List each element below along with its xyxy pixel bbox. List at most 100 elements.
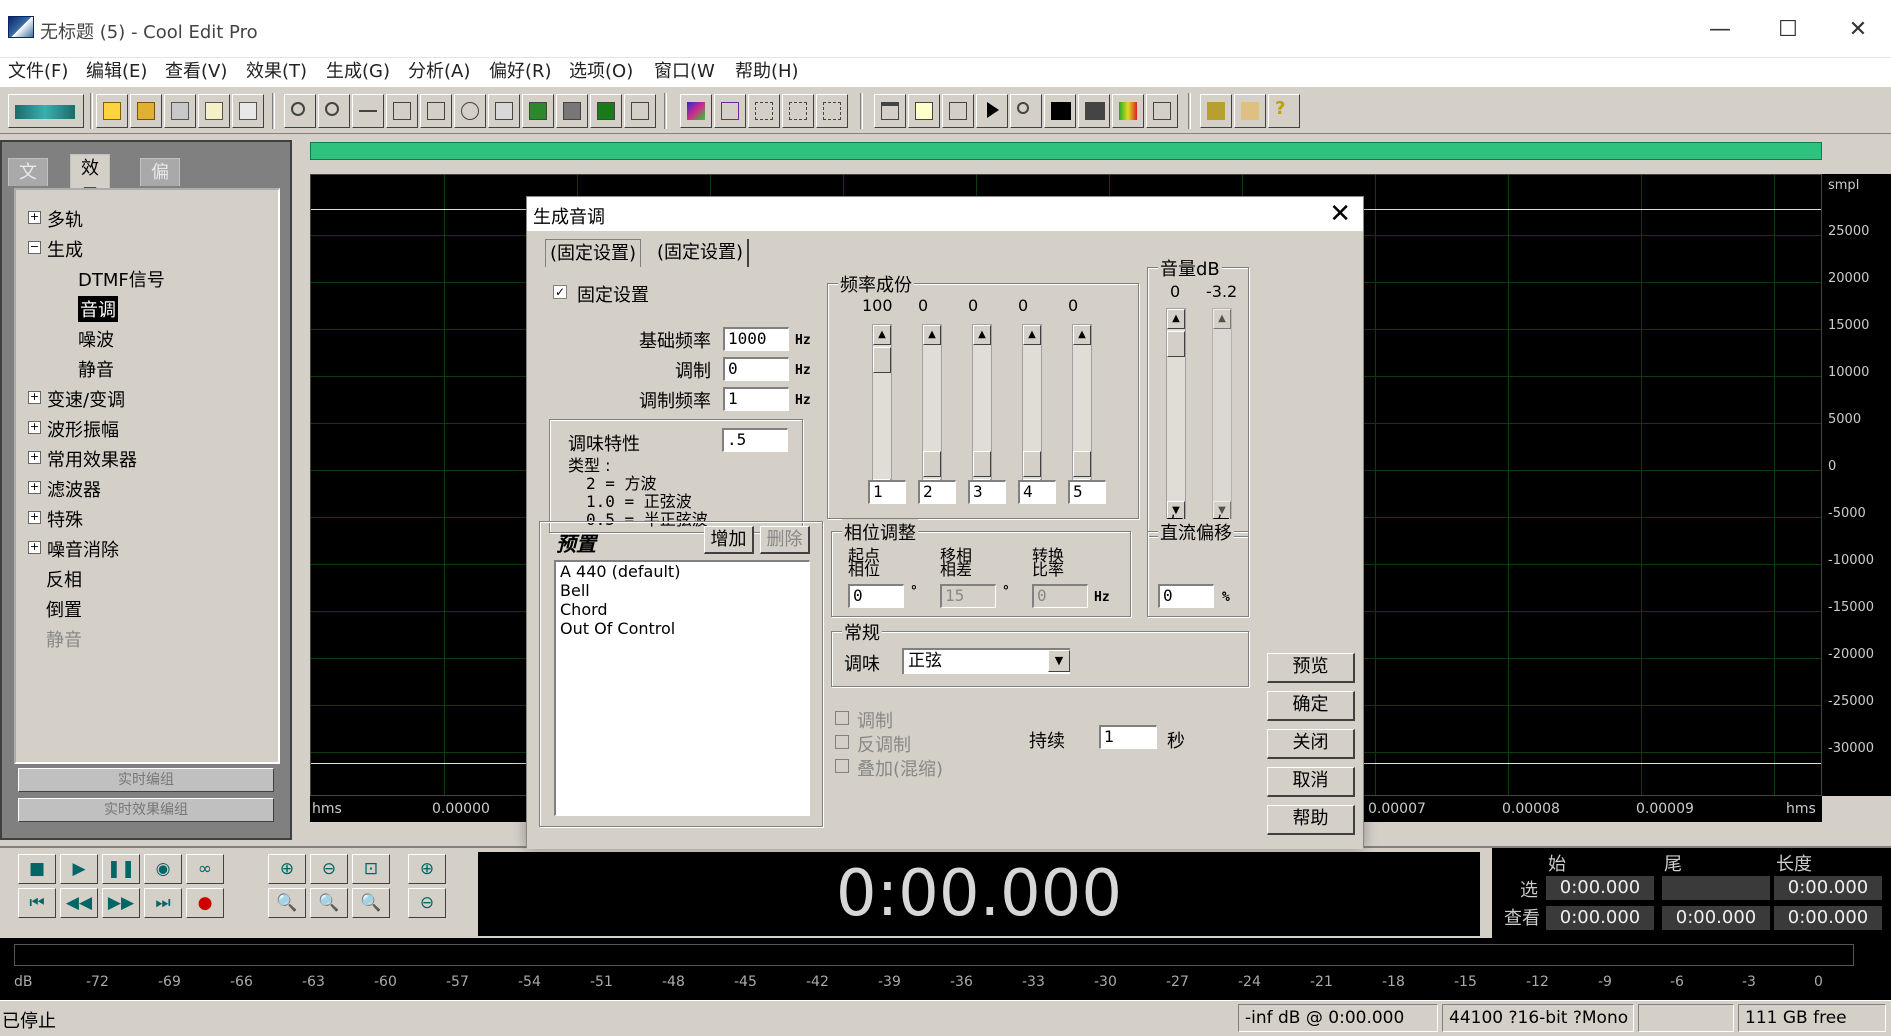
slider-thumb[interactable]: [873, 347, 891, 373]
play-to-end-button[interactable]: ◉: [144, 854, 182, 884]
freq-slider-5[interactable]: ▲▼: [1072, 324, 1092, 500]
scroll-up-icon[interactable]: ▲: [1023, 325, 1041, 345]
mix-paste-button[interactable]: [556, 94, 588, 128]
scroll-up-icon[interactable]: ▲: [923, 325, 941, 345]
change-rate-input[interactable]: 0: [1032, 584, 1088, 608]
preset-item[interactable]: Chord: [556, 600, 809, 619]
freq-slider-2[interactable]: ▲▼: [922, 324, 942, 500]
menu-effects[interactable]: 效果(T): [246, 58, 307, 86]
repeat-button[interactable]: [352, 94, 384, 128]
redo-button[interactable]: [318, 94, 350, 128]
spectral-view-button[interactable]: [680, 94, 712, 128]
cancel-button[interactable]: 取消: [1267, 767, 1355, 797]
freq-slider-4[interactable]: ▲▼: [1022, 324, 1042, 500]
zoom-full-button[interactable]: ⊡: [352, 854, 390, 884]
envelope-button[interactable]: [714, 94, 746, 128]
tree-multitrack[interactable]: + 多轨: [28, 206, 83, 231]
volume-right-slider[interactable]: ▲ ▼: [1212, 308, 1232, 522]
menu-file[interactable]: 文件(F): [8, 58, 68, 86]
selection-begin-field[interactable]: 0:00.000: [1546, 876, 1654, 900]
tree-special[interactable]: + 特殊: [28, 506, 83, 531]
realtime-effects-group-button[interactable]: 实时效果编组: [18, 798, 274, 822]
freq-slider-1[interactable]: ▲▼: [872, 324, 892, 500]
paste-button[interactable]: [488, 94, 520, 128]
scroll-up-icon[interactable]: ▲: [1073, 325, 1091, 345]
modulate-checkbox[interactable]: [835, 711, 849, 725]
tab-preset-2[interactable]: (固定设置): [653, 239, 750, 267]
stop-button[interactable]: ■: [18, 854, 56, 884]
menu-options[interactable]: 选项(O): [569, 58, 633, 86]
scroll-up-icon[interactable]: ▲: [873, 325, 891, 345]
slider-thumb[interactable]: [1023, 451, 1041, 477]
slider-thumb[interactable]: [1167, 331, 1185, 357]
overview-bar[interactable]: [310, 142, 1822, 160]
cut-button[interactable]: [454, 94, 486, 128]
view-length-field[interactable]: 0:00.000: [1774, 906, 1882, 930]
flavor-input[interactable]: .5: [722, 428, 788, 452]
add-preset-button[interactable]: 增加: [704, 526, 754, 554]
play-button[interactable]: ▶: [60, 854, 98, 884]
freq-multiplier-input[interactable]: 1: [868, 480, 906, 504]
delete-silence-button[interactable]: [624, 94, 656, 128]
multitrack-switch-button[interactable]: [8, 94, 84, 128]
delete-preset-button[interactable]: 删除: [760, 526, 810, 554]
zoom-in-v-button[interactable]: ⊕: [408, 854, 446, 884]
selection-length-field[interactable]: 0:00.000: [1774, 876, 1882, 900]
menu-help[interactable]: 帮助(H): [735, 58, 799, 86]
scroll-up-icon[interactable]: ▲: [1167, 309, 1185, 329]
window-2-button[interactable]: [908, 94, 940, 128]
maximize-button[interactable]: ☐: [1758, 10, 1818, 50]
tab-files[interactable]: 文件: [8, 158, 48, 211]
scroll-up-icon[interactable]: ▲: [1213, 309, 1231, 329]
tab-effects[interactable]: 效果: [70, 154, 110, 207]
preview-button[interactable]: 预览: [1267, 653, 1355, 683]
level-window-button[interactable]: [1112, 94, 1144, 128]
zoom-selection-button[interactable]: 🔍: [352, 888, 390, 918]
preset-item[interactable]: Out Of Control: [556, 619, 809, 638]
freq-multiplier-input[interactable]: 4: [1018, 480, 1056, 504]
preset-list[interactable]: A 440 (default) Bell Chord Out Of Contro…: [554, 560, 810, 816]
flavor-select[interactable]: 正弦 ▼: [902, 648, 1070, 674]
copy-new-button[interactable]: [386, 94, 418, 128]
freq-multiplier-input[interactable]: 2: [918, 480, 956, 504]
selection-end-field[interactable]: [1662, 876, 1770, 900]
rewind-button[interactable]: ◀◀: [60, 888, 98, 918]
record-button[interactable]: ●: [186, 888, 224, 918]
freq-multiplier-input[interactable]: 3: [968, 480, 1006, 504]
scroll-up-icon[interactable]: ▲: [973, 325, 991, 345]
zoom-left-button[interactable]: 🔍: [268, 888, 306, 918]
grid-2-button[interactable]: [782, 94, 814, 128]
zoom-window-button[interactable]: [1010, 94, 1042, 128]
fast-forward-button[interactable]: ▶▶: [102, 888, 140, 918]
tree-speed-pitch[interactable]: + 变速/变调: [28, 386, 125, 411]
slider-thumb[interactable]: [973, 451, 991, 477]
tree-filters[interactable]: + 滤波器: [28, 476, 101, 501]
new-file-button[interactable]: [96, 94, 128, 128]
status-window-button[interactable]: [1146, 94, 1178, 128]
loop-button[interactable]: ∞: [186, 854, 224, 884]
trim-button[interactable]: [590, 94, 622, 128]
chevron-down-icon[interactable]: ▼: [1048, 650, 1070, 672]
window-3-button[interactable]: [942, 94, 974, 128]
demodulate-checkbox[interactable]: [835, 735, 849, 749]
view-begin-field[interactable]: 0:00.000: [1546, 906, 1654, 930]
dialog-close-icon[interactable]: ✕: [1329, 199, 1351, 229]
dialog-close-button[interactable]: 关闭: [1267, 729, 1355, 759]
menu-window[interactable]: 窗口(W: [654, 58, 715, 86]
settings-button[interactable]: [1200, 94, 1232, 128]
slider-thumb[interactable]: [923, 451, 941, 477]
freq-slider-3[interactable]: ▲▼: [972, 324, 992, 500]
overlay-checkbox[interactable]: [835, 759, 849, 773]
zoom-in-h-button[interactable]: ⊕: [268, 854, 306, 884]
zoom-out-v-button[interactable]: ⊖: [408, 888, 446, 918]
tree-noise-reduction[interactable]: + 噪音消除: [28, 536, 119, 561]
tree-generate[interactable]: − 生成: [28, 236, 83, 261]
phase-shift-input[interactable]: 15: [940, 584, 996, 608]
tab-favorites[interactable]: 偏好: [140, 158, 180, 211]
minimize-button[interactable]: —: [1690, 10, 1750, 50]
menu-edit[interactable]: 编辑(E): [86, 58, 147, 86]
tree-amplitude[interactable]: + 波形振幅: [28, 416, 119, 441]
base-freq-input[interactable]: 1000: [723, 327, 789, 351]
ok-button[interactable]: 确定: [1267, 691, 1355, 721]
zoom-right-button[interactable]: 🔍: [310, 888, 348, 918]
